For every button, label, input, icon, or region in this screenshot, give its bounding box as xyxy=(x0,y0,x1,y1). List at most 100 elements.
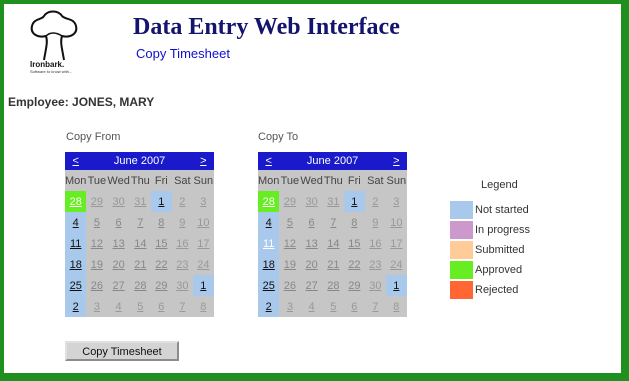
calendar-day[interactable]: 7 xyxy=(171,296,193,317)
calendar-day[interactable]: 7 xyxy=(364,296,386,317)
calendar-day[interactable]: 2 xyxy=(171,191,193,212)
calendar-day[interactable]: 2 xyxy=(65,296,87,317)
calendar-day[interactable]: 15 xyxy=(343,233,365,254)
calendar-day[interactable]: 20 xyxy=(300,254,323,275)
calendar-day[interactable]: 11 xyxy=(258,233,280,254)
calendar-day[interactable]: 6 xyxy=(300,212,323,233)
calendar-day[interactable]: 31 xyxy=(129,191,151,212)
calendar-day[interactable]: 29 xyxy=(279,191,301,212)
prev-month-link[interactable]: < xyxy=(258,152,280,170)
calendar-day[interactable]: 14 xyxy=(129,233,151,254)
calendar-day[interactable]: 28 xyxy=(322,275,344,296)
calendar-day[interactable]: 19 xyxy=(279,254,301,275)
day-of-week-header: Fri xyxy=(343,170,365,191)
calendar-day[interactable]: 12 xyxy=(86,233,108,254)
calendar-day[interactable]: 8 xyxy=(192,296,214,317)
calendar-day-number: 4 xyxy=(265,216,272,229)
calendar-day-number: 13 xyxy=(305,237,318,250)
calendar-day[interactable]: 1 xyxy=(385,275,407,296)
calendar-day[interactable]: 2 xyxy=(258,296,280,317)
calendar-day[interactable]: 1 xyxy=(150,191,172,212)
calendar-day[interactable]: 30 xyxy=(171,275,193,296)
calendar-day[interactable]: 28 xyxy=(258,191,280,212)
calendar-day[interactable]: 11 xyxy=(65,233,87,254)
calendar-day[interactable]: 30 xyxy=(364,275,386,296)
copy-from-label: Copy From xyxy=(66,131,121,143)
calendar-day[interactable]: 8 xyxy=(343,212,365,233)
calendar-day[interactable]: 8 xyxy=(150,212,172,233)
legend-item: Approved xyxy=(450,260,530,280)
calendar-day-number: 8 xyxy=(200,300,207,313)
calendar-day[interactable]: 25 xyxy=(65,275,87,296)
ironbark-tree-logo xyxy=(30,10,78,61)
calendar-day[interactable]: 29 xyxy=(343,275,365,296)
calendar-day[interactable]: 12 xyxy=(279,233,301,254)
calendar-day[interactable]: 6 xyxy=(343,296,365,317)
calendar-day[interactable]: 3 xyxy=(86,296,108,317)
calendar-day[interactable]: 10 xyxy=(385,212,407,233)
calendar-day[interactable]: 13 xyxy=(300,233,323,254)
calendar-day[interactable]: 14 xyxy=(322,233,344,254)
calendar-day[interactable]: 5 xyxy=(129,296,151,317)
calendar-day[interactable]: 20 xyxy=(107,254,130,275)
calendar-day[interactable]: 1 xyxy=(343,191,365,212)
calendar-day[interactable]: 4 xyxy=(65,212,87,233)
calendar-day[interactable]: 10 xyxy=(192,212,214,233)
calendar-day[interactable]: 3 xyxy=(385,191,407,212)
calendar-day[interactable]: 19 xyxy=(86,254,108,275)
calendar-day[interactable]: 25 xyxy=(258,275,280,296)
calendar-day[interactable]: 16 xyxy=(171,233,193,254)
next-month-link[interactable]: > xyxy=(385,152,407,170)
calendar-day[interactable]: 31 xyxy=(322,191,344,212)
calendar-day[interactable]: 18 xyxy=(65,254,87,275)
calendar-day[interactable]: 18 xyxy=(258,254,280,275)
calendar-day[interactable]: 30 xyxy=(300,191,323,212)
calendar-day[interactable]: 17 xyxy=(385,233,407,254)
calendar-day[interactable]: 30 xyxy=(107,191,130,212)
calendar-day[interactable]: 6 xyxy=(150,296,172,317)
calendar-day[interactable]: 9 xyxy=(171,212,193,233)
calendar-day[interactable]: 9 xyxy=(364,212,386,233)
calendar-day[interactable]: 17 xyxy=(192,233,214,254)
calendar-day[interactable]: 22 xyxy=(150,254,172,275)
calendar-day[interactable]: 24 xyxy=(385,254,407,275)
calendar-day[interactable]: 3 xyxy=(279,296,301,317)
calendar-day[interactable]: 5 xyxy=(86,212,108,233)
calendar-day[interactable]: 26 xyxy=(279,275,301,296)
calendar-day[interactable]: 27 xyxy=(300,275,323,296)
calendar-day[interactable]: 21 xyxy=(322,254,344,275)
calendar-day[interactable]: 22 xyxy=(343,254,365,275)
calendar-day[interactable]: 6 xyxy=(107,212,130,233)
prev-month-link[interactable]: < xyxy=(65,152,87,170)
copy-timesheet-button[interactable]: Copy Timesheet xyxy=(65,341,179,361)
calendar-day-number: 1 xyxy=(393,279,400,292)
calendar-day[interactable]: 7 xyxy=(129,212,151,233)
calendar-day[interactable]: 4 xyxy=(107,296,130,317)
calendar-day-number: 25 xyxy=(262,279,275,292)
calendar-day[interactable]: 5 xyxy=(322,296,344,317)
calendar-day[interactable]: 3 xyxy=(192,191,214,212)
calendar-day[interactable]: 24 xyxy=(192,254,214,275)
month-title: June 2007 xyxy=(279,152,386,170)
calendar-day[interactable]: 4 xyxy=(300,296,323,317)
next-month-link[interactable]: > xyxy=(192,152,214,170)
calendar-day[interactable]: 1 xyxy=(192,275,214,296)
calendar-day[interactable]: 28 xyxy=(65,191,87,212)
calendar-day[interactable]: 27 xyxy=(107,275,130,296)
calendar-day-number: 3 xyxy=(93,300,100,313)
calendar-day[interactable]: 21 xyxy=(129,254,151,275)
calendar-day[interactable]: 23 xyxy=(364,254,386,275)
calendar-day[interactable]: 29 xyxy=(150,275,172,296)
calendar-day[interactable]: 28 xyxy=(129,275,151,296)
calendar-day[interactable]: 26 xyxy=(86,275,108,296)
calendar-day[interactable]: 7 xyxy=(322,212,344,233)
calendar-day[interactable]: 29 xyxy=(86,191,108,212)
calendar-day[interactable]: 13 xyxy=(107,233,130,254)
calendar-day[interactable]: 4 xyxy=(258,212,280,233)
calendar-day[interactable]: 16 xyxy=(364,233,386,254)
calendar-day[interactable]: 8 xyxy=(385,296,407,317)
calendar-day[interactable]: 5 xyxy=(279,212,301,233)
calendar-day[interactable]: 23 xyxy=(171,254,193,275)
calendar-day[interactable]: 15 xyxy=(150,233,172,254)
calendar-day[interactable]: 2 xyxy=(364,191,386,212)
